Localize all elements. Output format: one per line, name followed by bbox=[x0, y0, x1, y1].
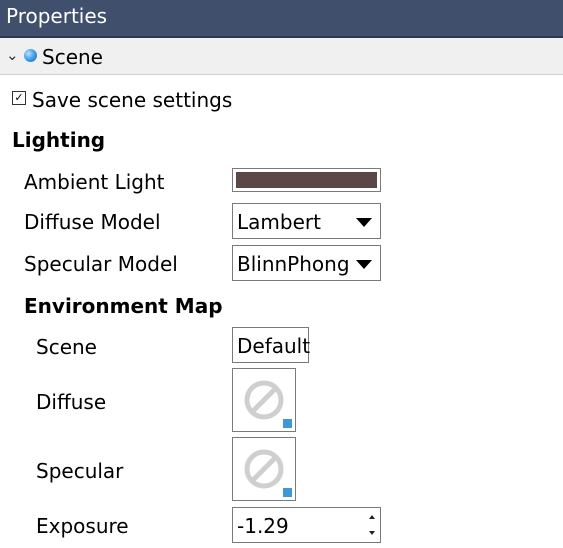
dropdown-arrow-icon bbox=[356, 260, 372, 269]
save-scene-settings-checkbox[interactable]: ✓ bbox=[12, 91, 26, 105]
panel-title: Properties bbox=[6, 4, 108, 28]
specular-model-value: BlinnPhong bbox=[237, 252, 350, 276]
diffuse-texture-slot[interactable] bbox=[232, 368, 296, 432]
no-texture-icon bbox=[244, 449, 284, 489]
section-title: Scene bbox=[42, 45, 103, 69]
ambient-light-color-fill bbox=[236, 172, 377, 188]
spin-up-icon[interactable] bbox=[369, 515, 375, 519]
exposure-label: Exposure bbox=[36, 514, 129, 538]
environment-map-heading: Environment Map bbox=[24, 294, 223, 318]
properties-titlebar: Properties bbox=[0, 0, 563, 38]
env-diffuse-label: Diffuse bbox=[36, 390, 107, 414]
specular-model-label: Specular Model bbox=[24, 252, 178, 276]
spin-down-icon[interactable] bbox=[369, 531, 375, 535]
no-texture-icon bbox=[244, 380, 284, 420]
specular-texture-slot[interactable] bbox=[232, 437, 296, 501]
diffuse-model-value: Lambert bbox=[237, 210, 321, 234]
exposure-spinner[interactable]: -1.29 bbox=[232, 507, 381, 543]
exposure-value: -1.29 bbox=[237, 514, 289, 538]
texture-picker-icon[interactable] bbox=[283, 419, 292, 428]
save-scene-settings-label: Save scene settings bbox=[32, 88, 233, 112]
texture-picker-icon[interactable] bbox=[283, 488, 292, 497]
env-scene-label: Scene bbox=[36, 335, 97, 359]
chevron-down-icon[interactable]: ⌄ bbox=[6, 47, 19, 63]
diffuse-model-label: Diffuse Model bbox=[24, 210, 161, 234]
specular-model-select[interactable]: BlinnPhong bbox=[232, 245, 381, 281]
globe-icon bbox=[24, 49, 37, 62]
lighting-heading: Lighting bbox=[12, 128, 106, 152]
ambient-light-color-swatch[interactable] bbox=[232, 168, 381, 192]
diffuse-model-select[interactable]: Lambert bbox=[232, 203, 381, 239]
env-scene-button[interactable]: Default bbox=[232, 327, 311, 363]
env-scene-value: Default bbox=[237, 334, 311, 358]
env-specular-label: Specular bbox=[36, 459, 124, 483]
ambient-light-label: Ambient Light bbox=[24, 170, 165, 194]
dropdown-arrow-icon bbox=[356, 218, 372, 227]
